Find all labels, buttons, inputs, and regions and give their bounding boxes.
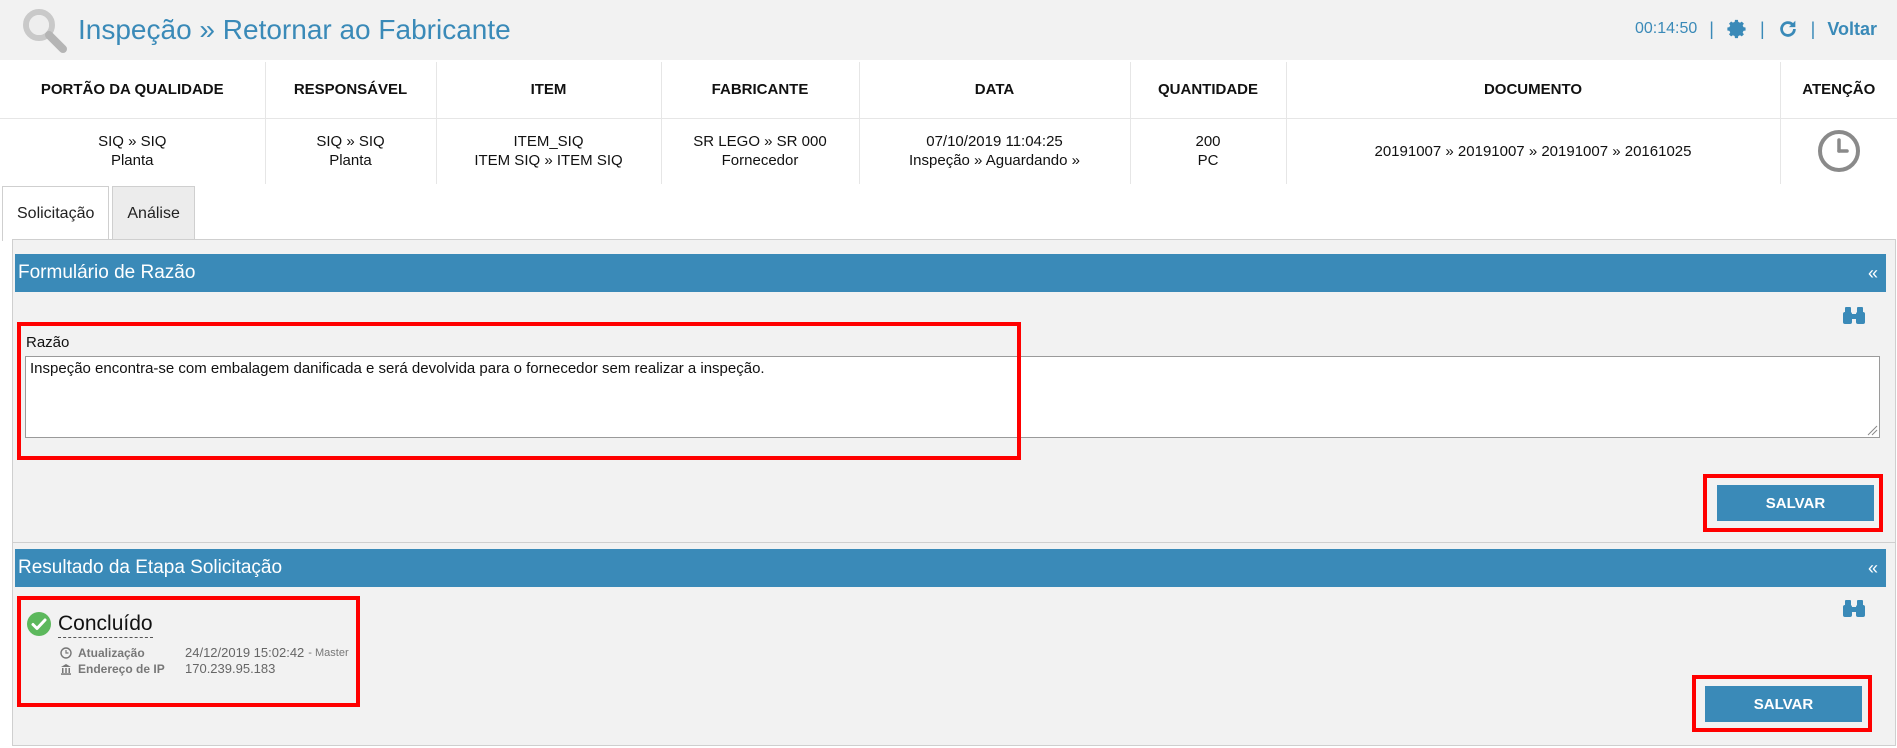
item-code: ITEM_SIQ — [513, 133, 584, 151]
ip-meta: Endereço de IP 170.239.95.183 — [60, 661, 275, 676]
binoculars-icon[interactable] — [1843, 305, 1865, 325]
session-timer: 00:14:50 — [1634, 20, 1698, 37]
clock-icon — [60, 646, 72, 659]
save-reason-button[interactable]: SALVAR — [1717, 485, 1874, 521]
section-title: Formulário de Razão — [18, 262, 196, 283]
tab-content-panel — [12, 239, 1896, 746]
tab-solicitacao[interactable]: Solicitação — [2, 186, 110, 241]
update-label: Atualização — [78, 645, 145, 660]
reason-form-header[interactable]: Formulário de Razão « — [15, 254, 1886, 292]
inspection-info-table: PORTÃO DA QUALIDADE RESPONSÁVEL ITEM FAB… — [0, 62, 1897, 184]
ip-value: 170.239.95.183 — [185, 661, 276, 676]
tab-bar: Solicitação Análise — [2, 186, 195, 241]
save-result-button[interactable]: SALVAR — [1705, 686, 1862, 722]
collapse-icon[interactable]: « — [1868, 558, 1878, 579]
attention-cell — [1780, 118, 1897, 184]
search-icon — [23, 9, 67, 53]
collapse-icon[interactable]: « — [1868, 263, 1878, 284]
tab-analise[interactable]: Análise — [112, 186, 195, 240]
check-circle-icon — [27, 612, 51, 636]
column-header: QUANTIDADE — [1130, 62, 1287, 119]
back-link[interactable]: Voltar — [1827, 19, 1877, 40]
update-user: - Master — [308, 646, 349, 659]
status-label: Concluído — [58, 612, 153, 638]
binoculars-icon[interactable] — [1843, 598, 1865, 618]
quantity-unit: PC — [1197, 152, 1219, 170]
ip-label: Endereço de IP — [78, 661, 165, 676]
responsible-cell: SIQ » SIQ Planta — [265, 118, 437, 184]
update-meta: Atualização 24/12/2019 15:02:42 - Master — [60, 645, 349, 660]
section-divider — [13, 542, 1895, 543]
date-cell: 07/10/2019 11:04:25 Inspeção » Aguardand… — [859, 118, 1131, 184]
column-header: ATENÇÃO — [1780, 62, 1897, 119]
table-header-row: PORTÃO DA QUALIDADE RESPONSÁVEL ITEM FAB… — [0, 62, 1897, 119]
update-value: 24/12/2019 15:02:42 — [185, 645, 305, 660]
separator: | — [1810, 18, 1816, 39]
quantity-value: 200 — [1195, 133, 1221, 151]
top-bar: Inspeção » Retornar ao Fabricante 00:14:… — [0, 0, 1897, 60]
quantity-cell: 200 PC — [1130, 118, 1287, 184]
date-status: Inspeção » Aguardando » — [909, 152, 1080, 170]
refresh-icon[interactable] — [1777, 18, 1799, 40]
separator: | — [1709, 18, 1714, 39]
reason-textarea[interactable]: Inspeção encontra-se com embalagem danif… — [25, 356, 1880, 438]
gate-cell: SIQ » SIQ Planta — [0, 118, 266, 184]
maker-cell: SR LEGO » SR 000 Fornecedor — [661, 118, 860, 184]
gear-icon[interactable] — [1726, 18, 1748, 40]
item-description: ITEM SIQ » ITEM SIQ — [474, 152, 623, 170]
bank-icon — [61, 663, 71, 675]
document-cell: 20191007 » 20191007 » 20191007 » 2016102… — [1286, 118, 1781, 184]
maker-value: SR LEGO » SR 000 — [693, 133, 827, 151]
reason-label: Razão — [26, 334, 70, 351]
column-header: DATA — [859, 62, 1131, 119]
responsible-value: SIQ » SIQ — [316, 133, 385, 151]
column-header: PORTÃO DA QUALIDADE — [0, 62, 266, 119]
clock-icon — [1817, 130, 1860, 173]
separator: | — [1759, 18, 1765, 39]
gate-value: SIQ » SIQ — [98, 133, 167, 151]
resize-handle-icon[interactable] — [1866, 424, 1878, 436]
page-title: Inspeção » Retornar ao Fabricante — [78, 14, 511, 45]
column-header: ITEM — [436, 62, 662, 119]
step-result-header[interactable]: Resultado da Etapa Solicitação « — [15, 549, 1886, 587]
top-right-controls: 00:14:50 | | | Voltar — [1635, 18, 1877, 40]
table-row: SIQ » SIQ Planta SIQ » SIQ Planta ITEM_S… — [0, 118, 1897, 184]
gate-sub: Planta — [110, 152, 154, 170]
section-title: Resultado da Etapa Solicitação — [18, 557, 283, 578]
column-header: RESPONSÁVEL — [265, 62, 437, 119]
column-header: FABRICANTE — [661, 62, 860, 119]
responsible-sub: Planta — [329, 152, 372, 170]
item-cell: ITEM_SIQ ITEM SIQ » ITEM SIQ — [436, 118, 662, 184]
date-value: 07/10/2019 11:04:25 — [926, 133, 1063, 151]
maker-type: Fornecedor — [721, 152, 799, 170]
column-header: DOCUMENTO — [1286, 62, 1781, 119]
